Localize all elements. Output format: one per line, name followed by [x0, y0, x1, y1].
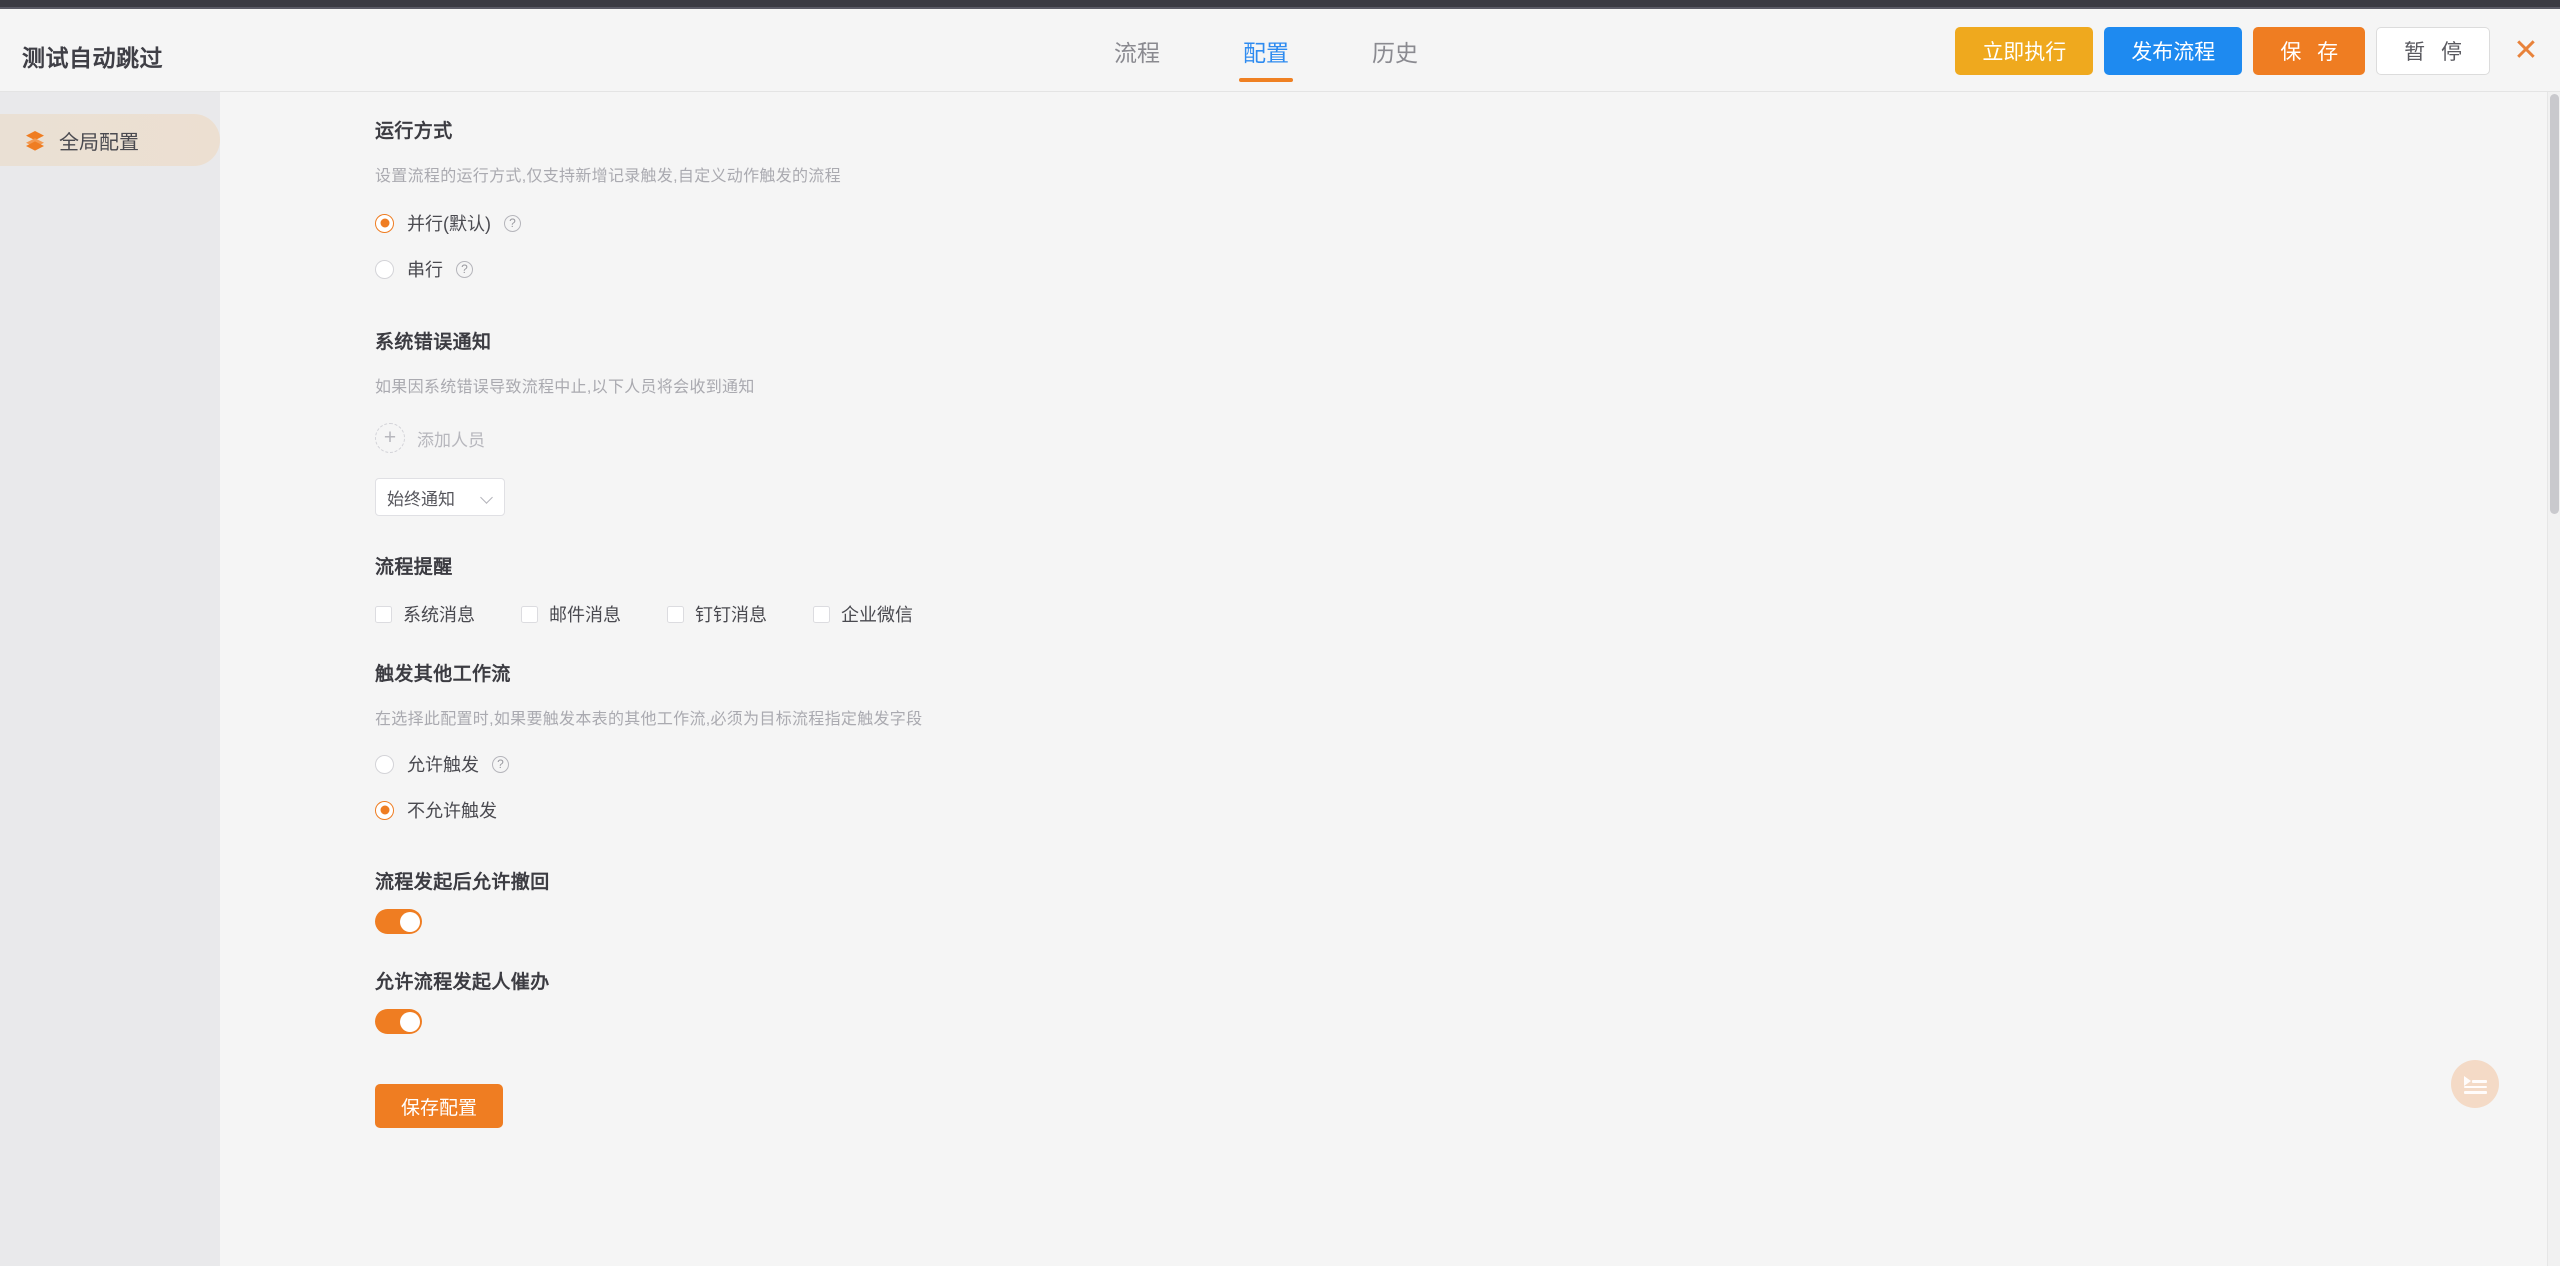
- checkbox-email-message[interactable]: 邮件消息: [521, 601, 621, 627]
- section-allow-urge: 允许流程发起人催办: [375, 967, 2547, 1034]
- notify-frequency-value: 始终通知: [387, 485, 455, 510]
- radio-label: 不允许触发: [407, 797, 497, 823]
- radio-indicator: [375, 260, 394, 279]
- close-icon[interactable]: ✕: [2506, 27, 2546, 75]
- tab-lishi[interactable]: 历史: [1368, 9, 1422, 92]
- publish-button[interactable]: 发布流程: [2104, 27, 2242, 75]
- section-allow-withdraw: 流程发起后允许撤回: [375, 867, 2547, 934]
- checkbox-dingtalk-message[interactable]: 钉钉消息: [667, 601, 767, 627]
- radio-indicator: [375, 755, 394, 774]
- page-title: 测试自动跳过: [22, 39, 163, 73]
- section-trigger-other: 触发其他工作流 在选择此配置时,如果要触发本表的其他工作流,必须为目标流程指定触…: [375, 659, 2547, 823]
- checkbox-label: 邮件消息: [549, 601, 621, 627]
- main-content: 运行方式 设置流程的运行方式,仅支持新增记录触发,自定义动作触发的流程 并行(默…: [220, 92, 2547, 1266]
- vertical-scrollbar-thumb[interactable]: [2550, 94, 2559, 514]
- help-icon[interactable]: ?: [504, 215, 521, 232]
- allow-withdraw-toggle[interactable]: [375, 909, 422, 934]
- pause-button[interactable]: 暂 停: [2376, 27, 2490, 75]
- list-indent-fab-button[interactable]: [2451, 1060, 2499, 1108]
- checkbox-wecom-message[interactable]: 企业微信: [813, 601, 913, 627]
- vertical-scrollbar-track[interactable]: [2547, 92, 2560, 1266]
- tab-liucheng[interactable]: 流程: [1110, 9, 1164, 92]
- chevron-down-icon: [482, 492, 493, 503]
- tab-peizhi[interactable]: 配置: [1239, 9, 1293, 92]
- checkbox-box: [375, 606, 392, 623]
- app-header: 测试自动跳过 流程 配置 历史 立即执行 发布流程 保 存 暂 停 ✕: [0, 9, 2560, 92]
- section-error-notify: 系统错误通知 如果因系统错误导致流程中止,以下人员将会收到通知 + 添加人员 始…: [375, 327, 2547, 516]
- radio-label: 允许触发: [407, 751, 479, 777]
- run-now-button[interactable]: 立即执行: [1955, 27, 2093, 75]
- radio-run-mode-parallel[interactable]: 并行(默认) ?: [375, 210, 2547, 236]
- checkbox-box: [813, 606, 830, 623]
- save-config-button[interactable]: 保存配置: [375, 1084, 503, 1128]
- allow-urge-toggle[interactable]: [375, 1009, 422, 1034]
- list-indent-icon: [2464, 1075, 2487, 1094]
- radio-label: 并行(默认): [407, 210, 491, 236]
- layers-icon: [24, 129, 46, 151]
- error-notify-title: 系统错误通知: [375, 327, 2547, 354]
- toggle-knob: [400, 912, 420, 932]
- radio-disallow-trigger[interactable]: 不允许触发: [375, 797, 2547, 823]
- reminder-title: 流程提醒: [375, 552, 2547, 579]
- sidebar-item-label: 全局配置: [59, 126, 139, 155]
- toggle-knob: [400, 1012, 420, 1032]
- header-actions: 立即执行 发布流程 保 存 暂 停 ✕: [1955, 9, 2546, 92]
- window-top-strip: [0, 0, 2560, 7]
- error-notify-desc: 如果因系统错误导致流程中止,以下人员将会收到通知: [375, 373, 2547, 397]
- reminder-checkbox-group: 系统消息 邮件消息 钉钉消息 企业微信: [375, 601, 2547, 627]
- section-reminder: 流程提醒 系统消息 邮件消息 钉钉消息: [375, 552, 2547, 627]
- section-run-mode: 运行方式 设置流程的运行方式,仅支持新增记录触发,自定义动作触发的流程 并行(默…: [375, 116, 2547, 282]
- allow-urge-title: 允许流程发起人催办: [375, 967, 2547, 994]
- checkbox-label: 系统消息: [403, 601, 475, 627]
- app-root: 测试自动跳过 流程 配置 历史 立即执行 发布流程 保 存 暂 停 ✕ 全局配置: [0, 0, 2560, 1266]
- sidebar: 全局配置: [0, 92, 220, 1266]
- trigger-other-title: 触发其他工作流: [375, 659, 2547, 686]
- checkbox-system-message[interactable]: 系统消息: [375, 601, 475, 627]
- run-mode-title: 运行方式: [375, 116, 2547, 143]
- checkbox-label: 钉钉消息: [695, 601, 767, 627]
- trigger-other-desc: 在选择此配置时,如果要触发本表的其他工作流,必须为目标流程指定触发字段: [375, 705, 2547, 729]
- plus-icon: +: [375, 423, 405, 453]
- checkbox-box: [667, 606, 684, 623]
- help-icon[interactable]: ?: [492, 756, 509, 773]
- section-save-config: 保存配置: [375, 1084, 2547, 1128]
- checkbox-box: [521, 606, 538, 623]
- header-tabs: 流程 配置 历史: [1110, 9, 1422, 92]
- radio-run-mode-serial[interactable]: 串行 ?: [375, 256, 2547, 282]
- checkbox-label: 企业微信: [841, 601, 913, 627]
- radio-indicator: [375, 801, 394, 820]
- add-person-label: 添加人员: [417, 426, 485, 451]
- help-icon[interactable]: ?: [456, 261, 473, 278]
- add-person-button[interactable]: + 添加人员: [375, 423, 2547, 453]
- run-mode-desc: 设置流程的运行方式,仅支持新增记录触发,自定义动作触发的流程: [375, 162, 2547, 186]
- radio-indicator: [375, 214, 394, 233]
- sidebar-item-global-config[interactable]: 全局配置: [0, 114, 220, 166]
- save-button[interactable]: 保 存: [2253, 27, 2365, 75]
- radio-label: 串行: [407, 256, 443, 282]
- notify-frequency-select[interactable]: 始终通知: [375, 478, 505, 516]
- radio-allow-trigger[interactable]: 允许触发 ?: [375, 751, 2547, 777]
- allow-withdraw-title: 流程发起后允许撤回: [375, 867, 2547, 894]
